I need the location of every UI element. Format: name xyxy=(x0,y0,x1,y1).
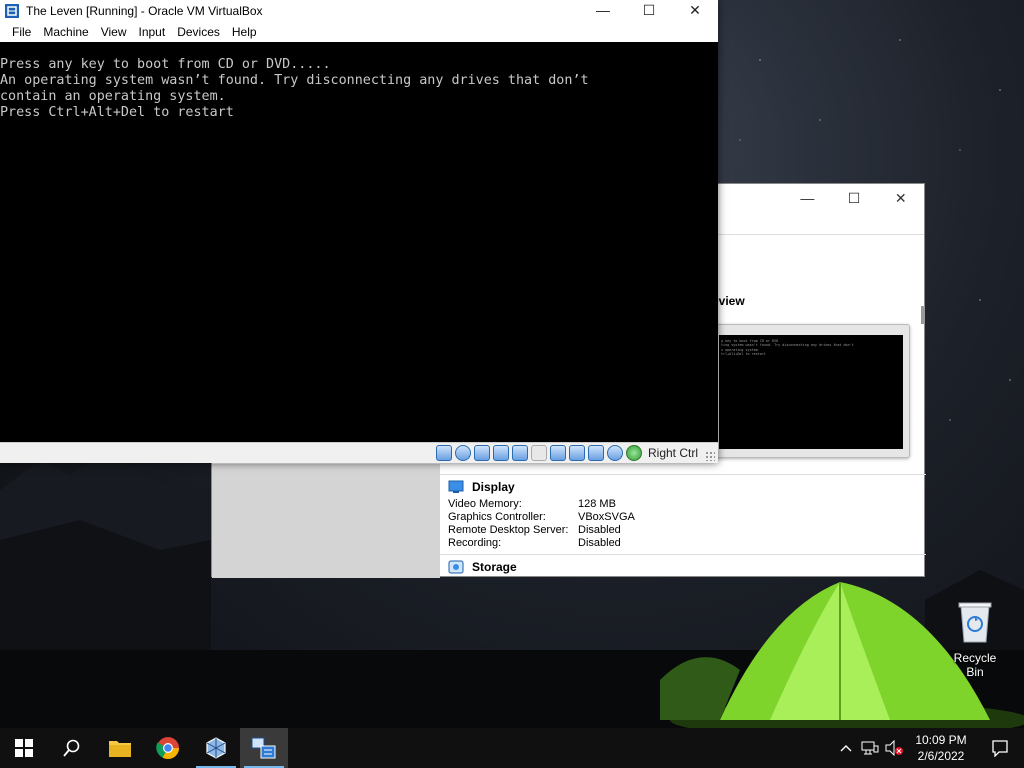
display-section-header[interactable]: Display xyxy=(440,474,926,498)
preview-thumbnail: g key to boot from CD or DVD ting system… xyxy=(712,324,910,458)
start-button[interactable] xyxy=(0,728,48,768)
chrome-icon xyxy=(156,737,179,759)
menu-machine[interactable]: Machine xyxy=(37,25,94,39)
taskbar: 10:09 PM 2/6/2022 xyxy=(0,728,1024,768)
search-button[interactable] xyxy=(48,728,96,768)
menu-devices[interactable]: Devices xyxy=(171,25,226,39)
console-line: Press any key to boot from CD or DVD....… xyxy=(0,57,331,72)
vm-list-pane[interactable] xyxy=(212,464,440,578)
virtualbox-icon xyxy=(5,4,19,18)
audio-icon[interactable] xyxy=(473,445,490,461)
storage-section-header[interactable]: Storage xyxy=(440,554,926,578)
display-icon[interactable] xyxy=(549,445,566,461)
host-key-label[interactable]: Right Ctrl xyxy=(648,446,698,460)
notification-icon xyxy=(992,740,1008,757)
close-icon[interactable]: ✕ xyxy=(877,184,924,214)
manager-window-controls: — ☐ ✕ xyxy=(784,184,924,214)
cpu-icon[interactable] xyxy=(606,445,623,461)
property-value: Disabled xyxy=(578,524,621,536)
clock[interactable]: 10:09 PM 2/6/2022 xyxy=(906,732,976,764)
window-title: The Leven [Running] - Oracle VM VirtualB… xyxy=(26,4,263,18)
usb-icon[interactable] xyxy=(511,445,528,461)
virtualbox-manager-button[interactable] xyxy=(192,728,240,768)
menu-bar: File Machine View Input Devices Help xyxy=(0,22,718,42)
console-line: An operating system wasn’t found. Try di… xyxy=(0,73,589,88)
recycle-bin-label: Recycle Bin xyxy=(953,651,997,679)
recycle-bin-icon xyxy=(958,602,992,643)
vm-statusbar: Right Ctrl xyxy=(0,442,718,463)
vm-details-pane: Display Video Memory: 128 MB Graphics Co… xyxy=(440,474,926,578)
virtualbox-manager-icon xyxy=(206,737,226,759)
virtualbox-vm-button[interactable] xyxy=(240,728,288,768)
clock-time: 10:09 PM xyxy=(915,733,967,747)
display-heading: Display xyxy=(472,479,515,494)
shared-folders-icon[interactable] xyxy=(530,445,547,461)
file-explorer-button[interactable] xyxy=(96,728,144,768)
property-label: Graphics Controller: xyxy=(448,511,546,523)
property-value: Disabled xyxy=(578,537,621,549)
network-icon[interactable] xyxy=(492,445,509,461)
vm-titlebar[interactable]: The Leven [Running] - Oracle VM VirtualB… xyxy=(0,0,718,22)
console-line: contain an operating system. xyxy=(0,89,226,104)
property-label: Video Memory: xyxy=(448,498,522,510)
details-scrollbar[interactable] xyxy=(921,306,925,324)
maximize-icon[interactable]: ☐ xyxy=(831,184,878,214)
action-center-button[interactable] xyxy=(976,728,1024,768)
maximize-icon[interactable]: ☐ xyxy=(626,0,672,22)
resize-grip-icon[interactable] xyxy=(705,451,715,461)
network-icon xyxy=(861,741,879,755)
property-label: Recording: xyxy=(448,537,502,549)
menu-input[interactable]: Input xyxy=(133,25,172,39)
property-label: Remote Desktop Server: xyxy=(448,524,569,536)
property-value: VBoxSVGA xyxy=(578,511,635,523)
storage-icon xyxy=(448,560,464,573)
clock-date: 2/6/2022 xyxy=(917,749,965,763)
minimize-icon[interactable]: — xyxy=(784,184,831,214)
vm-window[interactable]: The Leven [Running] - Oracle VM VirtualB… xyxy=(0,0,718,463)
start-icon xyxy=(15,739,33,757)
mouse-integration-icon[interactable] xyxy=(625,445,642,461)
display-icon xyxy=(448,480,464,493)
file-explorer-icon xyxy=(109,741,131,757)
optical-drive-icon[interactable] xyxy=(454,445,471,461)
recycle-bin[interactable]: Recycle Bin xyxy=(944,600,1006,679)
hard-disk-icon[interactable] xyxy=(435,445,452,461)
volume-muted-icon xyxy=(885,740,903,756)
menu-help[interactable]: Help xyxy=(226,25,263,39)
console-line: Press Ctrl+Alt+Del to restart xyxy=(0,105,234,120)
volume-tray-button[interactable] xyxy=(882,728,906,768)
menu-file[interactable]: File xyxy=(6,25,37,39)
storage-heading: Storage xyxy=(472,559,517,574)
virtualization-icon[interactable] xyxy=(587,445,604,461)
menu-view[interactable]: View xyxy=(95,25,133,39)
vm-console-screen[interactable]: Press any key to boot from CD or DVD....… xyxy=(0,42,718,442)
virtualbox-vm-icon xyxy=(251,737,276,759)
search-icon xyxy=(63,739,80,757)
property-value: 128 MB xyxy=(578,498,616,510)
network-tray-button[interactable] xyxy=(858,728,882,768)
video-capture-icon[interactable] xyxy=(568,445,585,461)
preview-line: trl+Alt+Del to restart xyxy=(721,352,766,357)
chevron-up-icon xyxy=(840,745,852,752)
minimize-icon[interactable]: — xyxy=(580,0,626,22)
close-icon[interactable]: ✕ xyxy=(672,0,718,22)
show-hidden-icons-button[interactable] xyxy=(834,728,858,768)
chrome-button[interactable] xyxy=(144,728,192,768)
preview-screen: g key to boot from CD or DVD ting system… xyxy=(719,335,903,449)
system-tray: 10:09 PM 2/6/2022 xyxy=(834,728,1024,768)
display-properties: Video Memory: 128 MB Graphics Controller… xyxy=(440,498,926,550)
